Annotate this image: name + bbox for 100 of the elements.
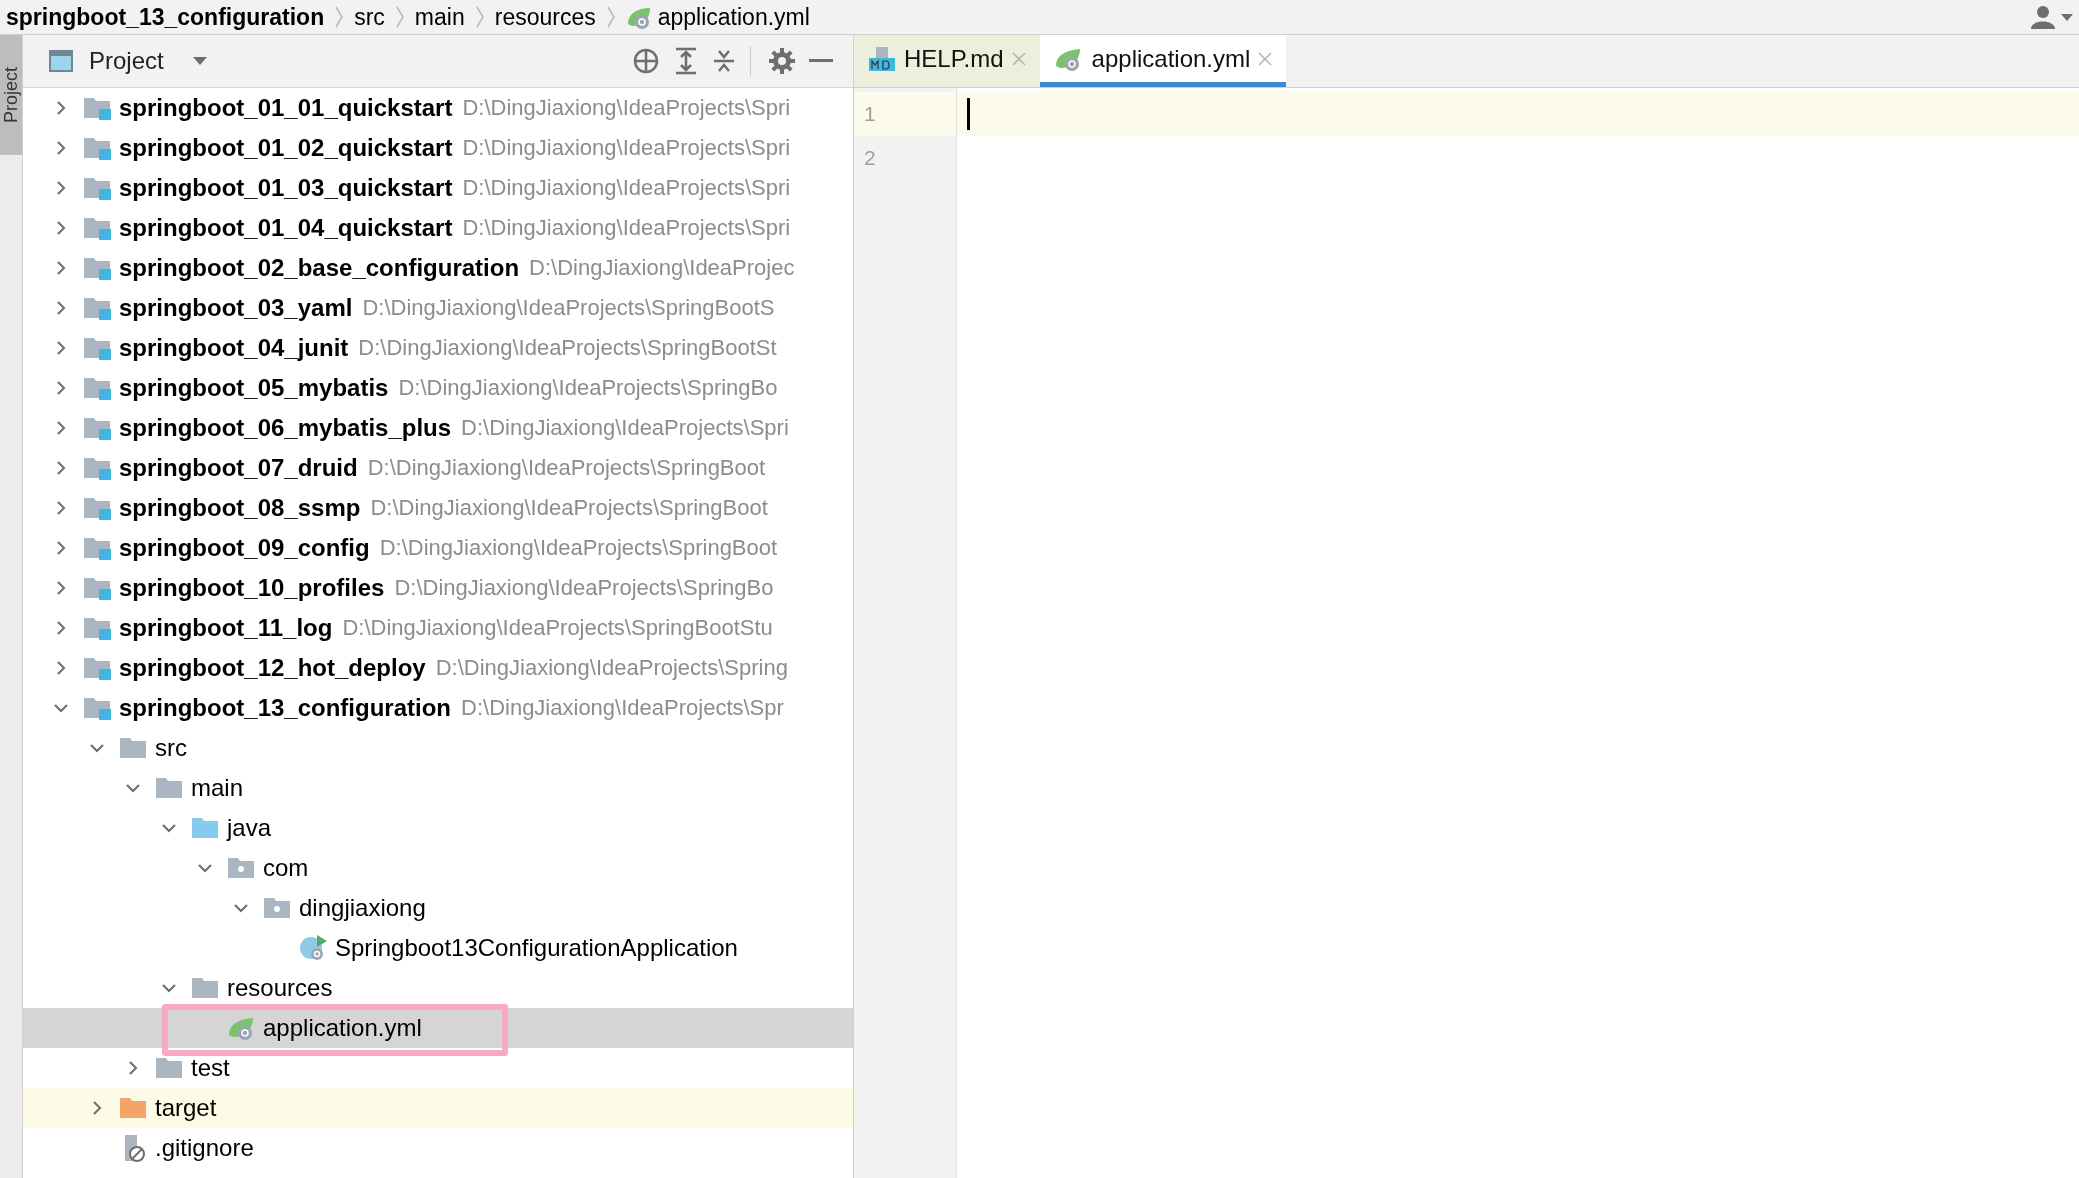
module-folder-icon <box>83 135 113 161</box>
tree-item-label: springboot_01_01_quickstart <box>119 94 453 122</box>
module-folder-icon <box>83 695 113 721</box>
editor-tab[interactable]: HELP.md <box>854 35 1040 87</box>
tree-row[interactable]: springboot_12_hot_deploy D:\DingJiaxiong\IdeaProjects\Spring <box>23 648 853 688</box>
tree-item-label: test <box>191 1054 230 1082</box>
minimize-icon[interactable] <box>809 58 833 64</box>
tree-row[interactable]: Springboot13ConfigurationApplication <box>23 928 853 968</box>
editor-tab[interactable]: application.yml <box>1039 35 1287 87</box>
user-icon[interactable] <box>2031 5 2075 29</box>
tree-row[interactable]: springboot_07_druid D:\DingJiaxiong\IdeaProjects\SpringBoot <box>23 448 853 488</box>
dropdown-caret-icon[interactable] <box>191 56 208 66</box>
tree-item-label: springboot_08_ssmp <box>119 494 361 522</box>
folder-icon <box>191 815 221 841</box>
tree-item-label: springboot_11_log <box>119 614 333 642</box>
module-path: D:\DingJiaxiong\IdeaProjects\SpringBoot <box>370 495 768 521</box>
module-folder-icon <box>83 655 113 681</box>
module-path: D:\DingJiaxiong\IdeaProjects\Spring <box>435 655 788 681</box>
line-number: 1 <box>854 92 956 136</box>
module-folder-icon <box>83 95 113 121</box>
text-caret <box>967 98 970 130</box>
tree-row[interactable]: dingjiaxiong <box>23 888 853 928</box>
module-path: D:\DingJiaxiong\IdeaProjects\Spri <box>461 415 789 441</box>
tree-item-label: springboot_01_04_quickstart <box>119 214 453 242</box>
tree-item-label: main <box>191 774 244 802</box>
folder-icon <box>119 735 149 761</box>
tree-row[interactable]: springboot_05_mybatis D:\DingJiaxiong\IdeaProjects\SpringBo <box>23 368 853 408</box>
breadcrumb-item[interactable]: application.yml <box>625 3 810 31</box>
tree-row[interactable]: springboot_03_yaml D:\DingJiaxiong\IdeaProjects\SpringBootS <box>23 288 853 328</box>
tree-item-label: springboot_03_yaml <box>119 294 353 322</box>
module-path: D:\DingJiaxiong\IdeaProjects\SpringBo <box>398 375 778 401</box>
tree-item-label: .gitignore <box>155 1134 254 1162</box>
module-path: D:\DingJiaxiong\IdeaProjects\Spr <box>461 695 784 721</box>
panel-title[interactable]: Project <box>89 47 164 75</box>
tree-item-label: springboot_05_mybatis <box>119 374 389 402</box>
tree-row[interactable]: springboot_01_01_quickstart D:\DingJiaxiong\IdeaProjects\Spri <box>23 88 853 128</box>
module-path: D:\DingJiaxiong\IdeaProjects\Spri <box>462 215 791 241</box>
tree-row[interactable]: springboot_11_log D:\DingJiaxiong\IdeaProjects\SpringBootStu <box>23 608 853 648</box>
tree-row[interactable]: springboot_06_mybatis_plus D:\DingJiaxiong\IdeaProjects\Spri <box>23 408 853 448</box>
expand-all-icon[interactable] <box>674 47 698 75</box>
tree-row[interactable]: .gitignore <box>23 1128 853 1168</box>
window-icon <box>49 50 73 72</box>
tree-item-label: com <box>263 854 309 882</box>
breadcrumb-separator-icon <box>605 5 616 29</box>
tree-item-label: springboot_12_hot_deploy <box>119 654 426 682</box>
package-folder-icon <box>227 855 257 881</box>
module-folder-icon <box>83 615 113 641</box>
tree-row[interactable]: resources <box>23 968 853 1008</box>
module-folder-icon <box>83 175 113 201</box>
tree-item-label: springboot_13_configuration <box>119 694 451 722</box>
module-folder-icon <box>83 535 113 561</box>
tree-row[interactable]: src <box>23 728 853 768</box>
markdown-file-icon <box>868 45 896 72</box>
folder-icon <box>155 1055 185 1081</box>
tree-item-label: springboot_10_profiles <box>119 574 385 602</box>
tree-item-label: Springboot13ConfigurationApplication <box>335 934 738 962</box>
folder-icon <box>191 975 221 1001</box>
project-tool-button[interactable]: Project <box>0 35 22 155</box>
module-path: D:\DingJiaxiong\IdeaProjects\SpringBoot <box>379 535 778 561</box>
module-path: D:\DingJiaxiong\IdeaProjects\SpringBootSt <box>358 335 777 361</box>
tree-item-label: springboot_01_02_quickstart <box>119 134 453 162</box>
locate-icon[interactable] <box>632 47 660 75</box>
folder-icon <box>155 775 185 801</box>
tree-row[interactable]: main <box>23 768 853 808</box>
tree-item-label: springboot_09_config <box>119 534 370 562</box>
tree-row[interactable]: springboot_01_02_quickstart D:\DingJiaxiong\IdeaProjects\Spri <box>23 128 853 168</box>
tree-row[interactable]: springboot_13_configuration D:\DingJiaxiong\IdeaProjects\Spr <box>23 688 853 728</box>
tree-row[interactable]: springboot_09_config D:\DingJiaxiong\IdeaProjects\SpringBoot <box>23 528 853 568</box>
module-path: D:\DingJiaxiong\IdeaProjects\Spri <box>462 135 791 161</box>
tree-row[interactable]: springboot_01_04_quickstart D:\DingJiaxiong\IdeaProjects\Spri <box>23 208 853 248</box>
tree-item-label: springboot_04_junit <box>119 334 349 362</box>
package-folder-icon <box>263 895 293 921</box>
tree-row[interactable]: springboot_01_03_quickstart D:\DingJiaxiong\IdeaProjects\Spri <box>23 168 853 208</box>
breadcrumb-item[interactable]: main <box>414 3 465 31</box>
breadcrumb-item[interactable]: src <box>354 3 385 31</box>
module-folder-icon <box>83 255 113 281</box>
breadcrumb-item[interactable]: resources <box>494 3 596 31</box>
tree-row[interactable]: springboot_02_base_configuration D:\DingJiaxiong\IdeaProjec <box>23 248 853 288</box>
tree-item-label: springboot_01_03_quickstart <box>119 174 453 202</box>
tree-item-label: springboot_02_base_configuration <box>119 254 520 282</box>
module-path: D:\DingJiaxiong\IdeaProjects\SpringBootS <box>362 295 775 321</box>
tree-row[interactable]: springboot_10_profiles D:\DingJiaxiong\IdeaProjects\SpringBo <box>23 568 853 608</box>
tree-row[interactable]: application.yml <box>23 1008 853 1048</box>
tree-row[interactable]: java <box>23 808 853 848</box>
tree-row[interactable]: com <box>23 848 853 888</box>
tree-row[interactable]: test <box>23 1048 853 1088</box>
tree-row[interactable]: springboot_04_junit D:\DingJiaxiong\IdeaProjects\SpringBootSt <box>23 328 853 368</box>
module-folder-icon <box>83 295 113 321</box>
tree-item-label: resources <box>227 974 333 1002</box>
module-folder-icon <box>83 215 113 241</box>
module-path: D:\DingJiaxiong\IdeaProjects\SpringBootStu <box>342 615 773 641</box>
tree-item-label: target <box>155 1094 217 1122</box>
breadcrumb-item[interactable]: springboot_13_configuration <box>6 3 325 31</box>
module-path: D:\DingJiaxiong\IdeaProjects\SpringBoot <box>367 455 766 481</box>
module-folder-icon <box>83 575 113 601</box>
breadcrumb-separator-icon <box>394 5 405 29</box>
module-path: D:\DingJiaxiong\IdeaProjects\Spri <box>462 95 791 121</box>
tree-row[interactable]: target <box>23 1088 853 1128</box>
tree-row[interactable]: springboot_08_ssmp D:\DingJiaxiong\IdeaProjects\SpringBoot <box>23 488 853 528</box>
folder-icon <box>119 1095 149 1121</box>
